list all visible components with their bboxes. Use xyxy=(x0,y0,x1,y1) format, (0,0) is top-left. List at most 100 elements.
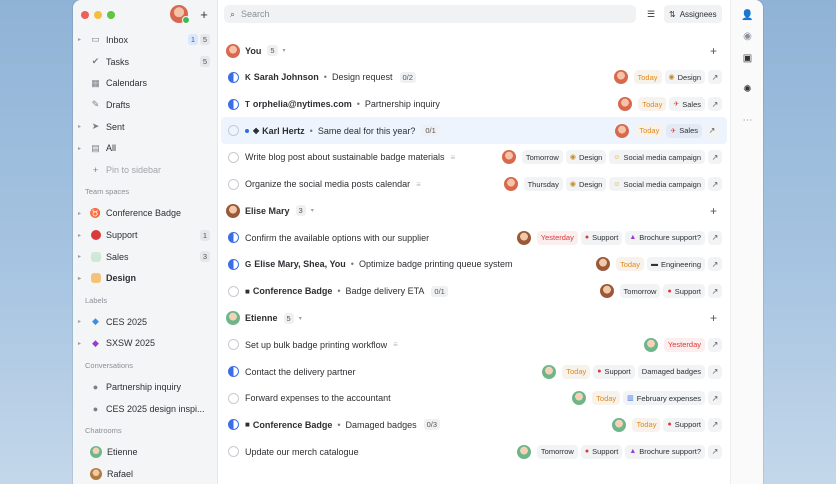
task-row[interactable]: Confirm the available options with our s… xyxy=(218,224,730,251)
open-arrow-icon[interactable]: ↗ xyxy=(708,257,722,272)
calendar-icon[interactable]: ▣ xyxy=(731,53,763,64)
sidebar-item-sxsw-2025[interactable]: ▸ ◆ SXSW 2025 xyxy=(73,333,218,355)
open-arrow-icon[interactable]: ↗ xyxy=(708,177,722,192)
task-row[interactable]: Contact the delivery partner Today ● Suppor… xyxy=(218,358,730,385)
task-row[interactable]: Torphelia@nytimes.com • Partnership inquir… xyxy=(218,91,730,118)
task-row[interactable]: ■ Conference Badge • Damaged badges 0/3 Today… xyxy=(218,412,730,439)
filter-button[interactable]: ☰ xyxy=(642,5,660,23)
task-row[interactable]: K Sarah Johnson • Design request 0/2 Today ◉ De… xyxy=(218,64,730,91)
team-tag-pill[interactable]: ● Support xyxy=(663,417,705,432)
open-arrow-icon[interactable]: ↗ xyxy=(708,284,722,299)
open-arrow-icon[interactable]: ↗ xyxy=(708,230,722,245)
sidebar-item-drafts[interactable]: ✎ Drafts xyxy=(73,94,218,116)
status-checkbox[interactable] xyxy=(228,285,239,297)
chevron-right-icon[interactable]: ▸ xyxy=(78,210,81,217)
sidebar-item-sent[interactable]: ▸ ➤ Sent xyxy=(73,116,218,138)
status-checkbox[interactable] xyxy=(228,178,239,190)
open-arrow-icon[interactable]: ↗ xyxy=(708,391,722,406)
assignee-avatar[interactable] xyxy=(501,150,516,165)
status-checkbox[interactable] xyxy=(228,71,239,83)
project-tag-pill[interactable]: Damaged badges xyxy=(637,364,705,379)
team-tag-pill[interactable]: ✈ Sales xyxy=(669,97,705,112)
team-tag-pill[interactable]: ◉ Design xyxy=(565,177,607,192)
assignee-avatar[interactable] xyxy=(516,230,531,245)
task-row[interactable]: Write blog post about sustainable badge … xyxy=(218,144,730,171)
due-date-pill[interactable]: Today xyxy=(638,97,667,112)
task-row[interactable]: Set up bulk badge printing workflow ≡ Yest… xyxy=(218,332,730,359)
add-task-button[interactable]: + xyxy=(710,204,717,218)
open-arrow-icon[interactable]: ↗ xyxy=(708,444,722,459)
compose-button[interactable]: + xyxy=(195,4,213,24)
assignee-avatar[interactable] xyxy=(542,364,557,379)
open-arrow-icon[interactable]: ↗ xyxy=(708,150,722,165)
chevron-right-icon[interactable]: ▸ xyxy=(78,318,81,325)
group-header[interactable]: Elise Mary 3 ▾ + xyxy=(218,197,730,224)
due-date-pill[interactable]: Tomorrow xyxy=(521,150,563,165)
due-date-pill[interactable]: Yesterday xyxy=(536,230,578,245)
project-tag-pill[interactable]: ☺ Social media campaign xyxy=(609,150,705,165)
task-row[interactable]: Update our merch catalogue Tomorrow ● Suppo… xyxy=(218,438,730,465)
assignees-button[interactable]: ⇅ Assignees xyxy=(664,5,722,23)
sidebar-item-calendars[interactable]: ▦ Calendars xyxy=(73,72,218,94)
sidebar-item-support[interactable]: ▸ Support 1 xyxy=(73,224,218,246)
sidebar-item-ces-design-inspiration[interactable]: ● CES 2025 design inspi... xyxy=(73,398,218,420)
open-arrow-icon[interactable]: ↗ xyxy=(708,97,722,112)
project-tag-pill[interactable]: ☺ Social media campaign xyxy=(609,177,705,192)
chevron-right-icon[interactable]: ▸ xyxy=(78,36,81,43)
open-arrow-icon[interactable]: ↗ xyxy=(708,337,722,352)
chevron-right-icon[interactable]: ▸ xyxy=(78,232,81,239)
status-checkbox[interactable] xyxy=(228,366,239,378)
add-task-button[interactable]: + xyxy=(710,311,717,325)
group-header[interactable]: You 5 ▾ + xyxy=(218,37,730,64)
sidebar-item-rafael[interactable]: Rafael xyxy=(73,463,218,484)
status-checkbox[interactable] xyxy=(228,392,239,404)
add-task-button[interactable]: + xyxy=(710,44,717,58)
project-tag-pill[interactable]: ▲ Brochure support? xyxy=(625,230,705,245)
task-row[interactable]: Forward expenses to the accountant Today ▥… xyxy=(218,385,730,412)
due-date-pill[interactable]: Today xyxy=(592,391,621,406)
status-checkbox[interactable] xyxy=(228,98,239,110)
open-arrow-icon[interactable]: ↗ xyxy=(705,123,719,138)
task-row[interactable]: G Elise Mary, Shea, You • Optimize badge pr… xyxy=(218,251,730,278)
task-row[interactable]: ◆ Karl Hertz • Same deal for this year? 0/1 T… xyxy=(221,117,727,145)
group-header[interactable]: Etienne 5 ▾ + xyxy=(218,305,730,332)
team-tag-pill[interactable]: ● Support xyxy=(580,230,623,245)
team-tag-pill[interactable]: ● Support xyxy=(580,444,623,459)
status-checkbox[interactable] xyxy=(228,419,239,431)
task-row[interactable]: ■ Conference Badge • Badge delivery ETA 0/1 T… xyxy=(218,278,730,305)
task-row[interactable]: Organize the social media posts calendar… xyxy=(218,171,730,198)
close-window-button[interactable] xyxy=(81,11,89,19)
sidebar-item-inbox[interactable]: ▸ ▭ Inbox 1 5 xyxy=(73,29,218,51)
chevron-right-icon[interactable]: ▸ xyxy=(78,123,81,130)
due-date-pill[interactable]: Yesterday xyxy=(663,337,705,352)
openai-icon[interactable]: ✺ xyxy=(731,84,763,95)
chevron-right-icon[interactable]: ▸ xyxy=(78,253,81,260)
due-date-pill[interactable]: Thursday xyxy=(523,177,563,192)
open-arrow-icon[interactable]: ↗ xyxy=(708,364,722,379)
search-input[interactable]: ⌕ Search xyxy=(224,5,636,23)
team-tag-pill[interactable]: ● Support xyxy=(593,364,635,379)
pin-to-sidebar-button[interactable]: + Pin to sidebar xyxy=(73,159,218,181)
assignee-avatar[interactable] xyxy=(643,337,658,352)
assignee-avatar[interactable] xyxy=(572,391,587,406)
maximize-window-button[interactable] xyxy=(107,11,115,19)
assignee-avatar[interactable] xyxy=(613,70,628,85)
status-checkbox[interactable] xyxy=(228,339,239,351)
status-checkbox[interactable] xyxy=(228,258,239,270)
team-tag-pill[interactable]: ▬ Engineering xyxy=(646,257,705,272)
chevron-right-icon[interactable]: ▸ xyxy=(78,275,81,282)
chevron-down-icon[interactable]: ▾ xyxy=(311,207,314,214)
sidebar-item-conference-badge[interactable]: ▸ ♉ Conference Badge xyxy=(73,203,218,225)
sidebar-item-etienne[interactable]: Etienne xyxy=(73,441,218,463)
status-checkbox[interactable] xyxy=(228,232,239,244)
team-tag-pill[interactable]: ✈ Sales xyxy=(666,123,702,138)
assignee-avatar[interactable] xyxy=(503,177,518,192)
chevron-down-icon[interactable]: ▾ xyxy=(299,315,302,322)
due-date-pill[interactable]: Today xyxy=(633,70,662,85)
due-date-pill[interactable]: Today xyxy=(615,257,644,272)
person-icon[interactable]: 👤 xyxy=(731,10,763,21)
sidebar-item-partnership-inquiry[interactable]: ● Partnership inquiry xyxy=(73,376,218,398)
due-date-pill[interactable]: Today xyxy=(632,417,661,432)
team-tag-pill[interactable]: ▥ February expenses xyxy=(623,391,705,406)
assignee-avatar[interactable] xyxy=(612,417,627,432)
